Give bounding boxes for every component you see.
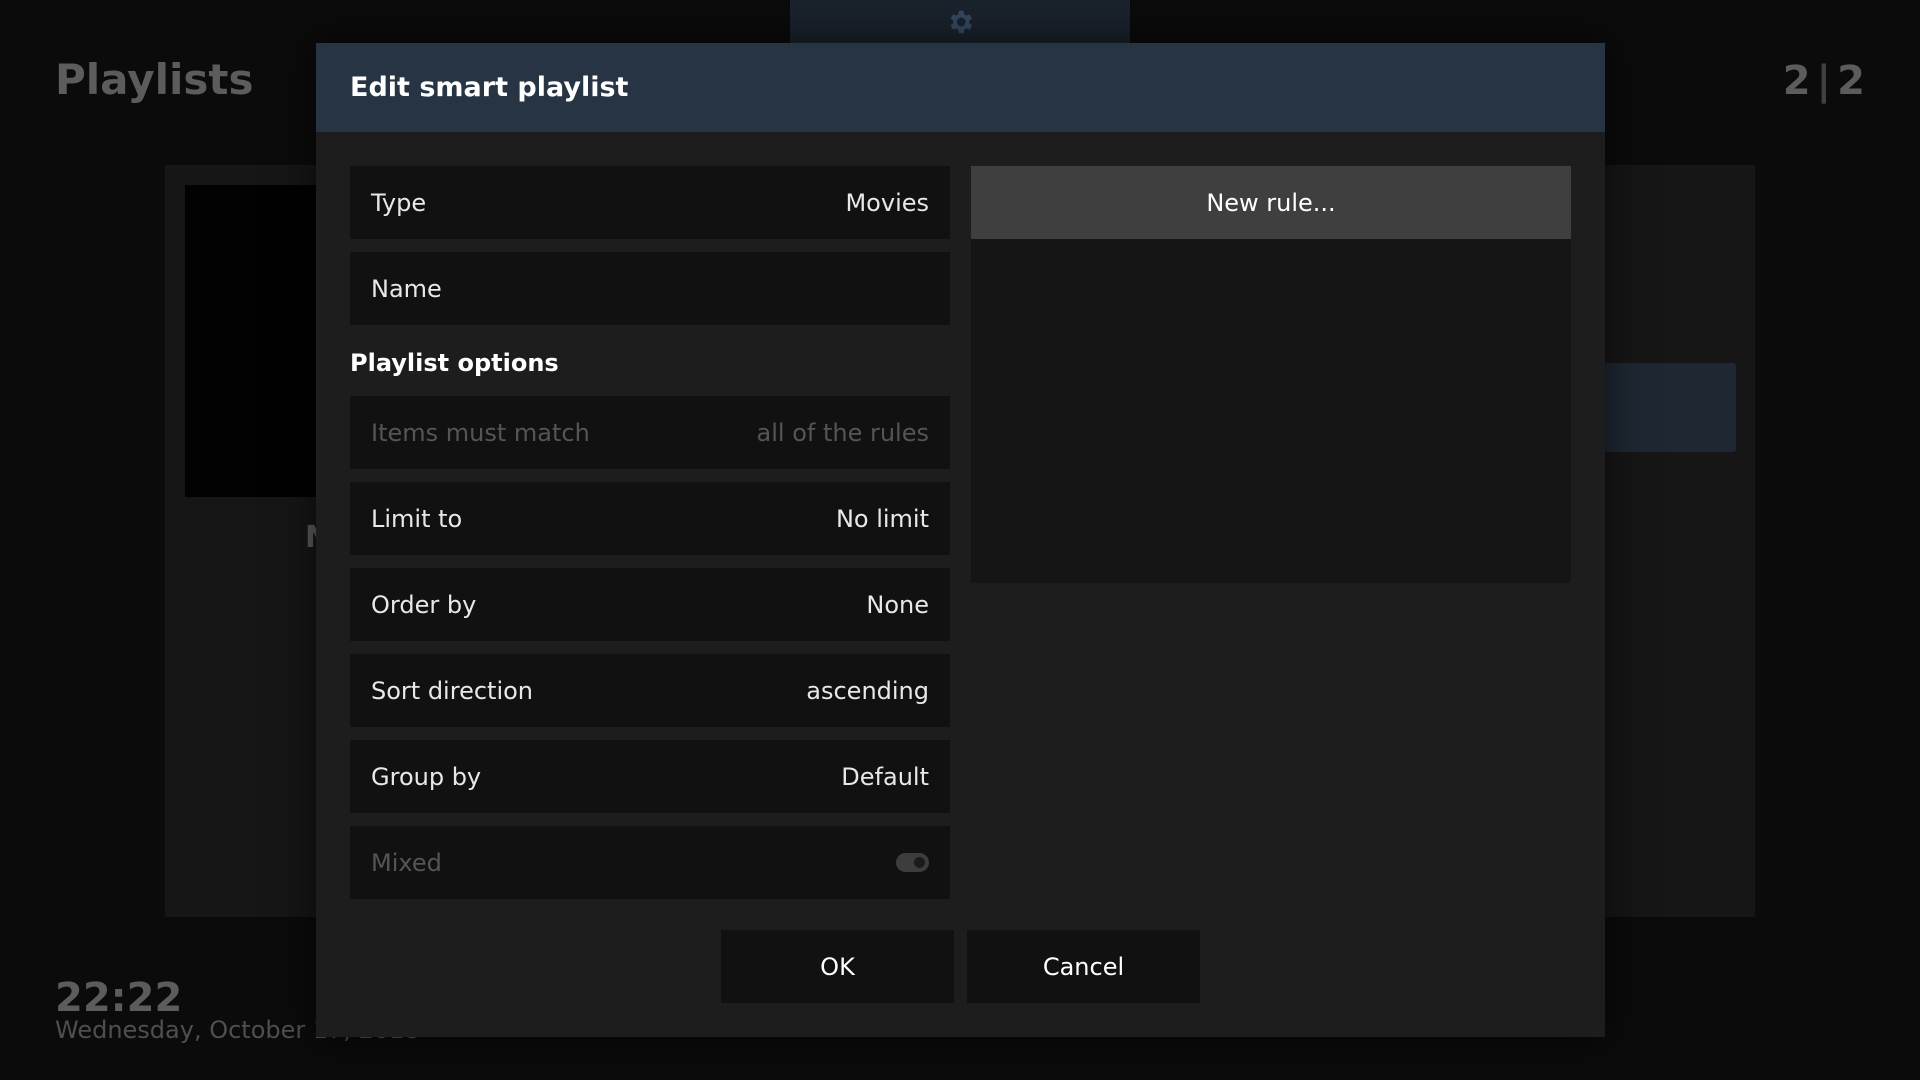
background-focused-item	[1604, 363, 1736, 452]
sort-direction-value: ascending	[806, 676, 929, 705]
dialog-title: Edit smart playlist	[350, 72, 629, 103]
rules-list: New rule...	[971, 166, 1571, 583]
group-by-label: Group by	[371, 762, 482, 791]
group-by-value: Default	[841, 762, 929, 791]
cancel-button[interactable]: Cancel	[967, 930, 1200, 1003]
clock: 22:22	[55, 975, 183, 1021]
limit-to-value: No limit	[835, 504, 929, 533]
sort-direction-label: Sort direction	[371, 676, 533, 705]
sort-direction-setting[interactable]: Sort direction ascending	[350, 654, 950, 727]
type-label: Type	[371, 188, 427, 217]
type-value: Movies	[845, 188, 929, 217]
mixed-toggle[interactable]	[896, 853, 929, 872]
ok-button[interactable]: OK	[721, 930, 954, 1003]
settings-tab[interactable]	[790, 0, 1130, 44]
items-must-match-label: Items must match	[371, 418, 590, 447]
order-by-value: None	[866, 590, 929, 619]
limit-to-setting[interactable]: Limit to No limit	[350, 482, 950, 555]
items-must-match-setting[interactable]: Items must match all of the rules	[350, 396, 950, 469]
order-by-label: Order by	[371, 590, 477, 619]
group-by-setting[interactable]: Group by Default	[350, 740, 950, 813]
toggle-knob	[912, 855, 927, 870]
gear-icon	[950, 10, 972, 34]
playlist-options-heading: Playlist options	[350, 349, 559, 377]
page-counter-separator: |	[1816, 58, 1832, 104]
mixed-label: Mixed	[371, 848, 442, 877]
background-thumbnail	[185, 185, 320, 497]
order-by-setting[interactable]: Order by None	[350, 568, 950, 641]
name-label: Name	[371, 274, 442, 303]
items-must-match-value: all of the rules	[756, 418, 929, 447]
type-setting[interactable]: Type Movies	[350, 166, 950, 239]
page-title: Playlists	[55, 55, 254, 104]
edit-smart-playlist-dialog: Edit smart playlist Type Movies Name Pla…	[316, 43, 1605, 1037]
settings-list: Type Movies Name Playlist options Items …	[350, 166, 950, 912]
limit-to-label: Limit to	[371, 504, 463, 533]
dialog-header: Edit smart playlist	[316, 43, 1605, 132]
new-rule-button[interactable]: New rule...	[971, 166, 1571, 239]
mixed-setting[interactable]: Mixed	[350, 826, 950, 899]
dialog-buttons: OK Cancel	[316, 930, 1605, 1003]
page-counter-total: 2	[1837, 58, 1865, 104]
name-setting[interactable]: Name	[350, 252, 950, 325]
page-counter: 2 | 2	[1783, 58, 1865, 104]
page-counter-current: 2	[1782, 58, 1811, 104]
